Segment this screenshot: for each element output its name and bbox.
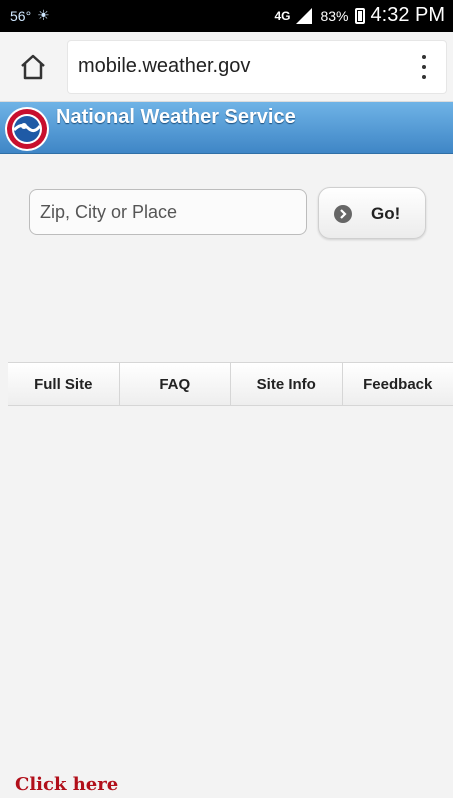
nav-item-feedback[interactable]: Feedback [343,363,453,405]
status-left: 56° ☀ [10,7,50,24]
status-right: 4G 83% 4:32 PM [274,4,445,27]
footer-nav: Full Site FAQ Site Info Feedback [8,362,453,406]
go-button[interactable]: Go! [318,187,426,239]
clock: 4:32 PM [370,4,445,26]
url-bar[interactable]: mobile.weather.gov [68,41,446,93]
main-content: Go! Full Site FAQ Site Info Feedback Cli… [0,154,453,798]
browser-toolbar: mobile.weather.gov [0,32,453,102]
temperature-text: 56° [10,7,32,24]
nav-item-full-site[interactable]: Full Site [8,363,120,405]
status-bar: 56° ☀ 4G 83% 4:32 PM [0,0,453,32]
home-icon [21,54,45,80]
dot-icon [422,65,426,69]
home-button[interactable] [16,52,50,82]
battery-percent: 83% [320,7,349,24]
location-search-input[interactable] [29,189,307,235]
nws-logo-icon [5,107,49,151]
site-title: National Weather Service [56,106,296,128]
nav-item-faq[interactable]: FAQ [120,363,231,405]
signal-icon [296,7,314,24]
go-label: Go! [371,204,401,223]
nav-item-site-info[interactable]: Site Info [231,363,343,405]
url-text: mobile.weather.gov [78,55,251,77]
dot-icon [422,75,426,79]
battery-icon [354,7,365,24]
dot-icon [422,55,426,59]
arrow-circle-icon [334,205,352,223]
network-type: 4G [274,8,291,23]
overflow-menu-button[interactable] [416,55,432,79]
click-here-link[interactable]: Click here [15,774,118,795]
nws-header: National Weather Service [0,102,453,154]
weather-sun-icon: ☀ [37,7,50,23]
